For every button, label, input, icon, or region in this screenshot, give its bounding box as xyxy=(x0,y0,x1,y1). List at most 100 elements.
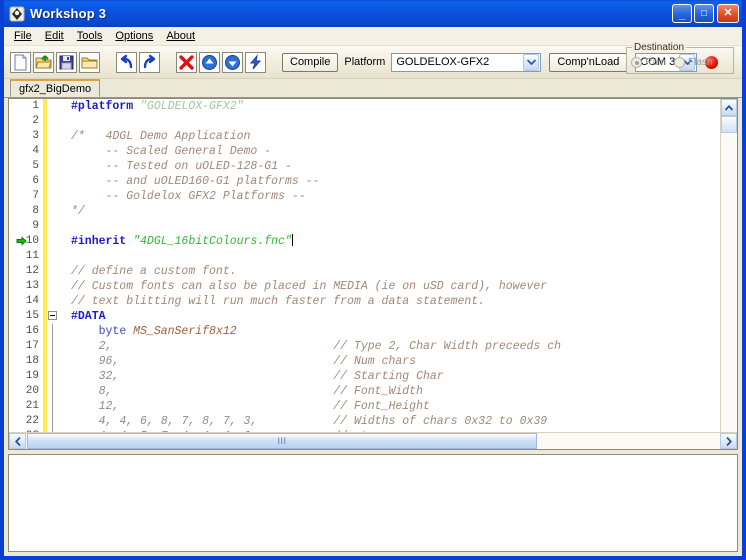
vertical-scrollbar-track[interactable] xyxy=(721,133,737,432)
minimize-button[interactable]: _ xyxy=(672,4,692,23)
flash-button[interactable] xyxy=(245,51,266,73)
code-line[interactable]: 2 xyxy=(9,114,720,129)
scroll-left-arrow-button[interactable] xyxy=(9,433,26,449)
code-line[interactable]: 15 #DATA xyxy=(9,309,720,324)
code-line[interactable]: 6 -- and uOLED160-G1 platforms -- xyxy=(9,174,720,189)
menu-item-tools-label: Tools xyxy=(76,30,103,42)
scroll-up-button[interactable] xyxy=(199,51,220,73)
fold-gutter[interactable] xyxy=(47,279,61,294)
code-line[interactable]: 16 byte MS_SanSerif8x12 xyxy=(9,324,720,339)
code-line-text: -- Goldelox GFX2 Platforms -- xyxy=(61,189,720,204)
code-line[interactable]: 13 // Custom fonts can also be placed in … xyxy=(9,279,720,294)
redo-button[interactable] xyxy=(139,51,160,73)
fold-gutter[interactable] xyxy=(47,204,61,219)
fold-gutter[interactable] xyxy=(47,99,61,114)
horizontal-scrollbar-track[interactable] xyxy=(537,433,720,449)
maximize-button[interactable]: □ xyxy=(694,4,714,23)
close-button[interactable]: ✕ xyxy=(717,4,739,23)
menu-item-about[interactable]: About xyxy=(164,29,202,43)
code-line[interactable]: 7 -- Goldelox GFX2 Platforms -- xyxy=(9,189,720,204)
code-line[interactable]: 20 8, // Font_Width xyxy=(9,384,720,399)
fold-gutter[interactable] xyxy=(47,144,61,159)
fold-gutter[interactable] xyxy=(47,219,61,234)
lightning-bolt-icon xyxy=(249,53,262,69)
scroll-right-arrow-button[interactable] xyxy=(720,433,737,449)
code-line[interactable]: 21 12, // Font_Height xyxy=(9,399,720,414)
output-panel[interactable] xyxy=(8,454,738,552)
fold-gutter[interactable] xyxy=(47,249,61,264)
menu-item-options[interactable]: Options xyxy=(113,29,160,43)
code-token: 4, 4, 6, 8, 7, 8, 7, 3, xyxy=(98,415,258,428)
bookmark-icon[interactable] xyxy=(16,236,27,247)
menu-item-tools[interactable]: Tools xyxy=(75,29,110,43)
code-token: // etc. xyxy=(333,430,381,432)
line-number: 20 xyxy=(25,385,39,397)
fold-gutter[interactable] xyxy=(47,399,61,414)
code-line[interactable]: 4 -- Scaled General Demo - xyxy=(9,144,720,159)
fold-gutter[interactable] xyxy=(47,429,61,432)
code-token: #platform xyxy=(71,100,134,113)
fold-gutter[interactable] xyxy=(47,264,61,279)
code-line-text: // text blitting will run much faster fr… xyxy=(61,294,720,309)
code-line[interactable]: 18 96, // Num chars xyxy=(9,354,720,369)
fold-gutter[interactable] xyxy=(47,174,61,189)
fold-gutter[interactable] xyxy=(47,414,61,429)
compnload-button[interactable]: Comp'nLoad xyxy=(549,52,628,72)
code-text-area[interactable]: 1 #platform "GOLDELOX-GFX2" 2 3/* 4DGL Demo… xyxy=(9,99,720,432)
menu-item-file[interactable]: File xyxy=(12,29,39,43)
fold-gutter[interactable] xyxy=(47,129,61,144)
undo-button[interactable] xyxy=(116,51,137,73)
menu-item-edit[interactable]: Edit xyxy=(43,29,71,43)
vertical-scrollbar-thumb[interactable] xyxy=(721,116,737,133)
code-line[interactable]: 17 2, // Type 2, Char Width preceeds ch xyxy=(9,339,720,354)
platform-select[interactable]: GOLDELOX-GFX2 xyxy=(391,52,542,72)
code-line[interactable]: 5 -- Tested on uOLED-128-G1 - xyxy=(9,159,720,174)
fold-collapse-icon[interactable] xyxy=(48,311,57,320)
stop-button[interactable] xyxy=(176,51,197,73)
fold-gutter[interactable] xyxy=(47,309,61,324)
scroll-down-button[interactable] xyxy=(222,51,243,73)
vertical-scrollbar[interactable] xyxy=(720,99,737,432)
code-editor: 1 #platform "GOLDELOX-GFX2" 2 3/* 4DGL Demo… xyxy=(8,98,738,450)
chevron-down-icon[interactable] xyxy=(523,53,540,71)
fold-gutter[interactable] xyxy=(47,324,61,339)
code-line[interactable]: 14 // text blitting will run much faster … xyxy=(9,294,720,309)
tab-gfx2-bigdemo[interactable]: gfx2_BigDemo xyxy=(10,79,101,97)
fold-gutter[interactable] xyxy=(47,354,61,369)
fold-gutter[interactable] xyxy=(47,189,61,204)
compile-button[interactable]: Compile xyxy=(282,52,339,72)
code-token: -- Goldelox GFX2 Platforms -- xyxy=(71,190,306,203)
code-line[interactable]: 1 #platform "GOLDELOX-GFX2" xyxy=(9,99,720,114)
code-line[interactable]: 12 // define a custom font. xyxy=(9,264,720,279)
code-line[interactable]: 3 /* 4DGL Demo Application xyxy=(9,129,720,144)
folder-button[interactable] xyxy=(79,51,100,73)
new-file-button[interactable] xyxy=(10,51,31,73)
code-line[interactable]: 19 32, // Starting Char xyxy=(9,369,720,384)
fold-gutter[interactable] xyxy=(47,159,61,174)
destination-radio-ram[interactable]: Ram xyxy=(631,57,666,68)
fold-gutter[interactable] xyxy=(47,369,61,384)
save-file-button[interactable] xyxy=(56,51,77,73)
horizontal-scrollbar-thumb[interactable]: III xyxy=(27,433,537,449)
code-line[interactable]: 9 xyxy=(9,219,720,234)
code-line[interactable]: 10 #inherit "4DGL_16bitColours.fnc" xyxy=(9,234,720,249)
scroll-up-arrow-button[interactable] xyxy=(721,99,737,116)
fold-gutter[interactable] xyxy=(47,339,61,354)
code-line[interactable]: 11 xyxy=(9,249,720,264)
fold-gutter[interactable] xyxy=(47,114,61,129)
destination-radio-flash[interactable]: Flash xyxy=(674,57,713,68)
code-line[interactable]: 23 4, 4, 5, 7, 4, 4, 4, 6, // etc. xyxy=(9,429,720,432)
circle-up-arrow-icon xyxy=(202,54,217,70)
code-line[interactable]: 22 4, 4, 6, 8, 7, 8, 7, 3, // Widths of … xyxy=(9,414,720,429)
fold-gutter[interactable] xyxy=(47,294,61,309)
open-file-button[interactable] xyxy=(33,51,54,73)
code-token: // define a custom font. xyxy=(71,265,237,278)
fold-gutter[interactable] xyxy=(47,234,61,249)
horizontal-scrollbar[interactable]: III xyxy=(9,432,737,449)
fold-gutter[interactable] xyxy=(47,384,61,399)
code-line[interactable]: 8 */ xyxy=(9,204,720,219)
